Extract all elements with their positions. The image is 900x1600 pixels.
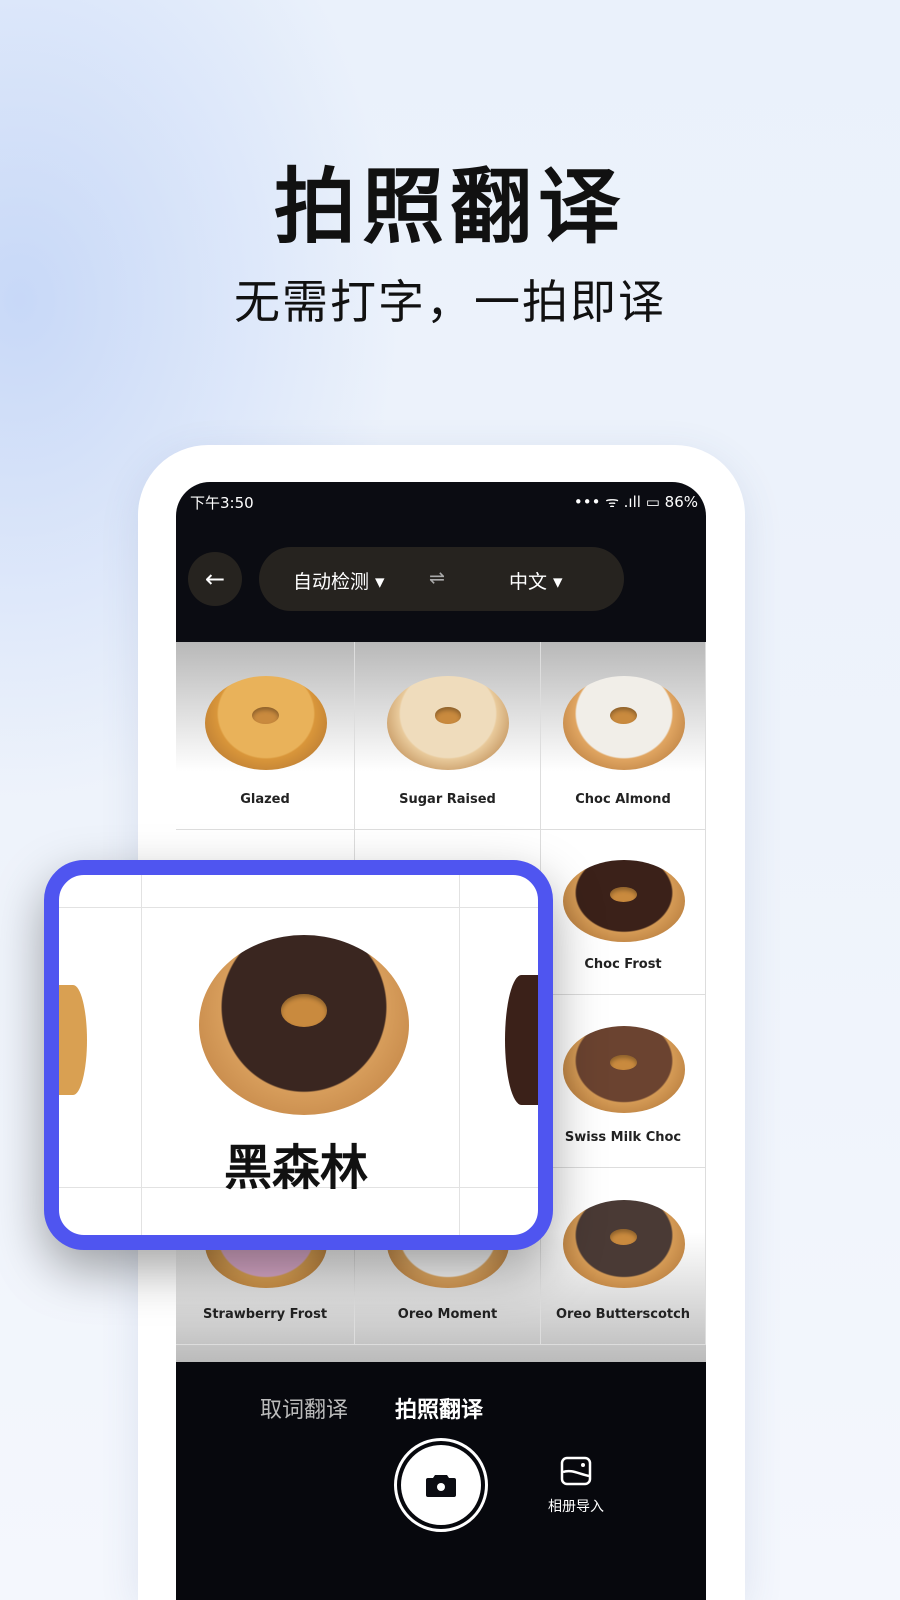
grid-line	[59, 907, 538, 908]
language-selector: 自动检测 ▾ ⇌ 中文 ▾	[259, 547, 624, 611]
menu-item-label: Glazed	[240, 792, 290, 807]
battery-level: 86%	[664, 493, 698, 511]
magnifier-overlay: 黑森林	[44, 860, 553, 1250]
menu-item: Choc Almond	[541, 642, 706, 830]
tab-photo-translate[interactable]: 拍照翻译	[395, 1392, 483, 1424]
menu-item-label: Strawberry Frost	[202, 1307, 328, 1322]
status-icons: ••• ᯤ .ıll ▭	[573, 493, 665, 511]
arrow-left-icon: ←	[204, 565, 226, 593]
source-language-dropdown[interactable]: 自动检测 ▾	[293, 567, 385, 594]
menu-item-label: Oreo Moment	[397, 1307, 498, 1322]
grid-line	[141, 875, 142, 1235]
bottom-panel: 取词翻译 拍照翻译 相册导入	[176, 1362, 706, 1600]
grid-line	[459, 875, 460, 1235]
menu-item-label: Choc Frost	[584, 957, 662, 972]
donut-image	[562, 1199, 685, 1289]
donut-image	[199, 935, 409, 1115]
menu-item: Oreo Butterscotch	[541, 1168, 706, 1345]
tab-word-translate[interactable]: 取词翻译	[260, 1392, 348, 1424]
swap-languages-icon[interactable]: ⇌	[429, 567, 445, 589]
donut-image	[562, 859, 685, 943]
back-button[interactable]: ←	[188, 552, 242, 606]
donut-image	[562, 1026, 685, 1113]
album-import-label: 相册导入	[548, 1499, 604, 1515]
album-import-button[interactable]: 相册导入	[546, 1456, 606, 1516]
donut-image	[505, 975, 538, 1105]
menu-item: Choc Frost	[541, 830, 706, 995]
menu-item-label: Oreo Butterscotch	[555, 1307, 691, 1322]
donut-image	[562, 675, 685, 770]
menu-item-label: Sugar Raised	[399, 792, 496, 807]
shutter-button[interactable]	[394, 1438, 488, 1532]
status-bar: 下午3:50 ••• ᯤ .ıll ▭ 86%	[190, 492, 698, 513]
target-language-dropdown[interactable]: 中文 ▾	[509, 567, 563, 594]
menu-item: Swiss Milk Choc	[541, 995, 706, 1168]
donut-image	[387, 675, 509, 770]
gallery-icon	[560, 1456, 592, 1486]
menu-item: Glazed	[176, 642, 355, 830]
menu-item-label: Swiss Milk Choc	[564, 1130, 682, 1145]
status-time: 下午3:50	[190, 494, 254, 512]
donut-image	[204, 675, 327, 770]
translation-result: 黑森林	[224, 1140, 369, 1196]
donut-image	[59, 985, 87, 1095]
headline: 拍照翻译	[273, 160, 626, 255]
menu-item: Sugar Raised	[355, 642, 541, 830]
camera-icon	[426, 1475, 456, 1497]
subheadline: 无需打字，一拍即译	[234, 275, 666, 329]
menu-item-label: Choc Almond	[575, 792, 671, 807]
